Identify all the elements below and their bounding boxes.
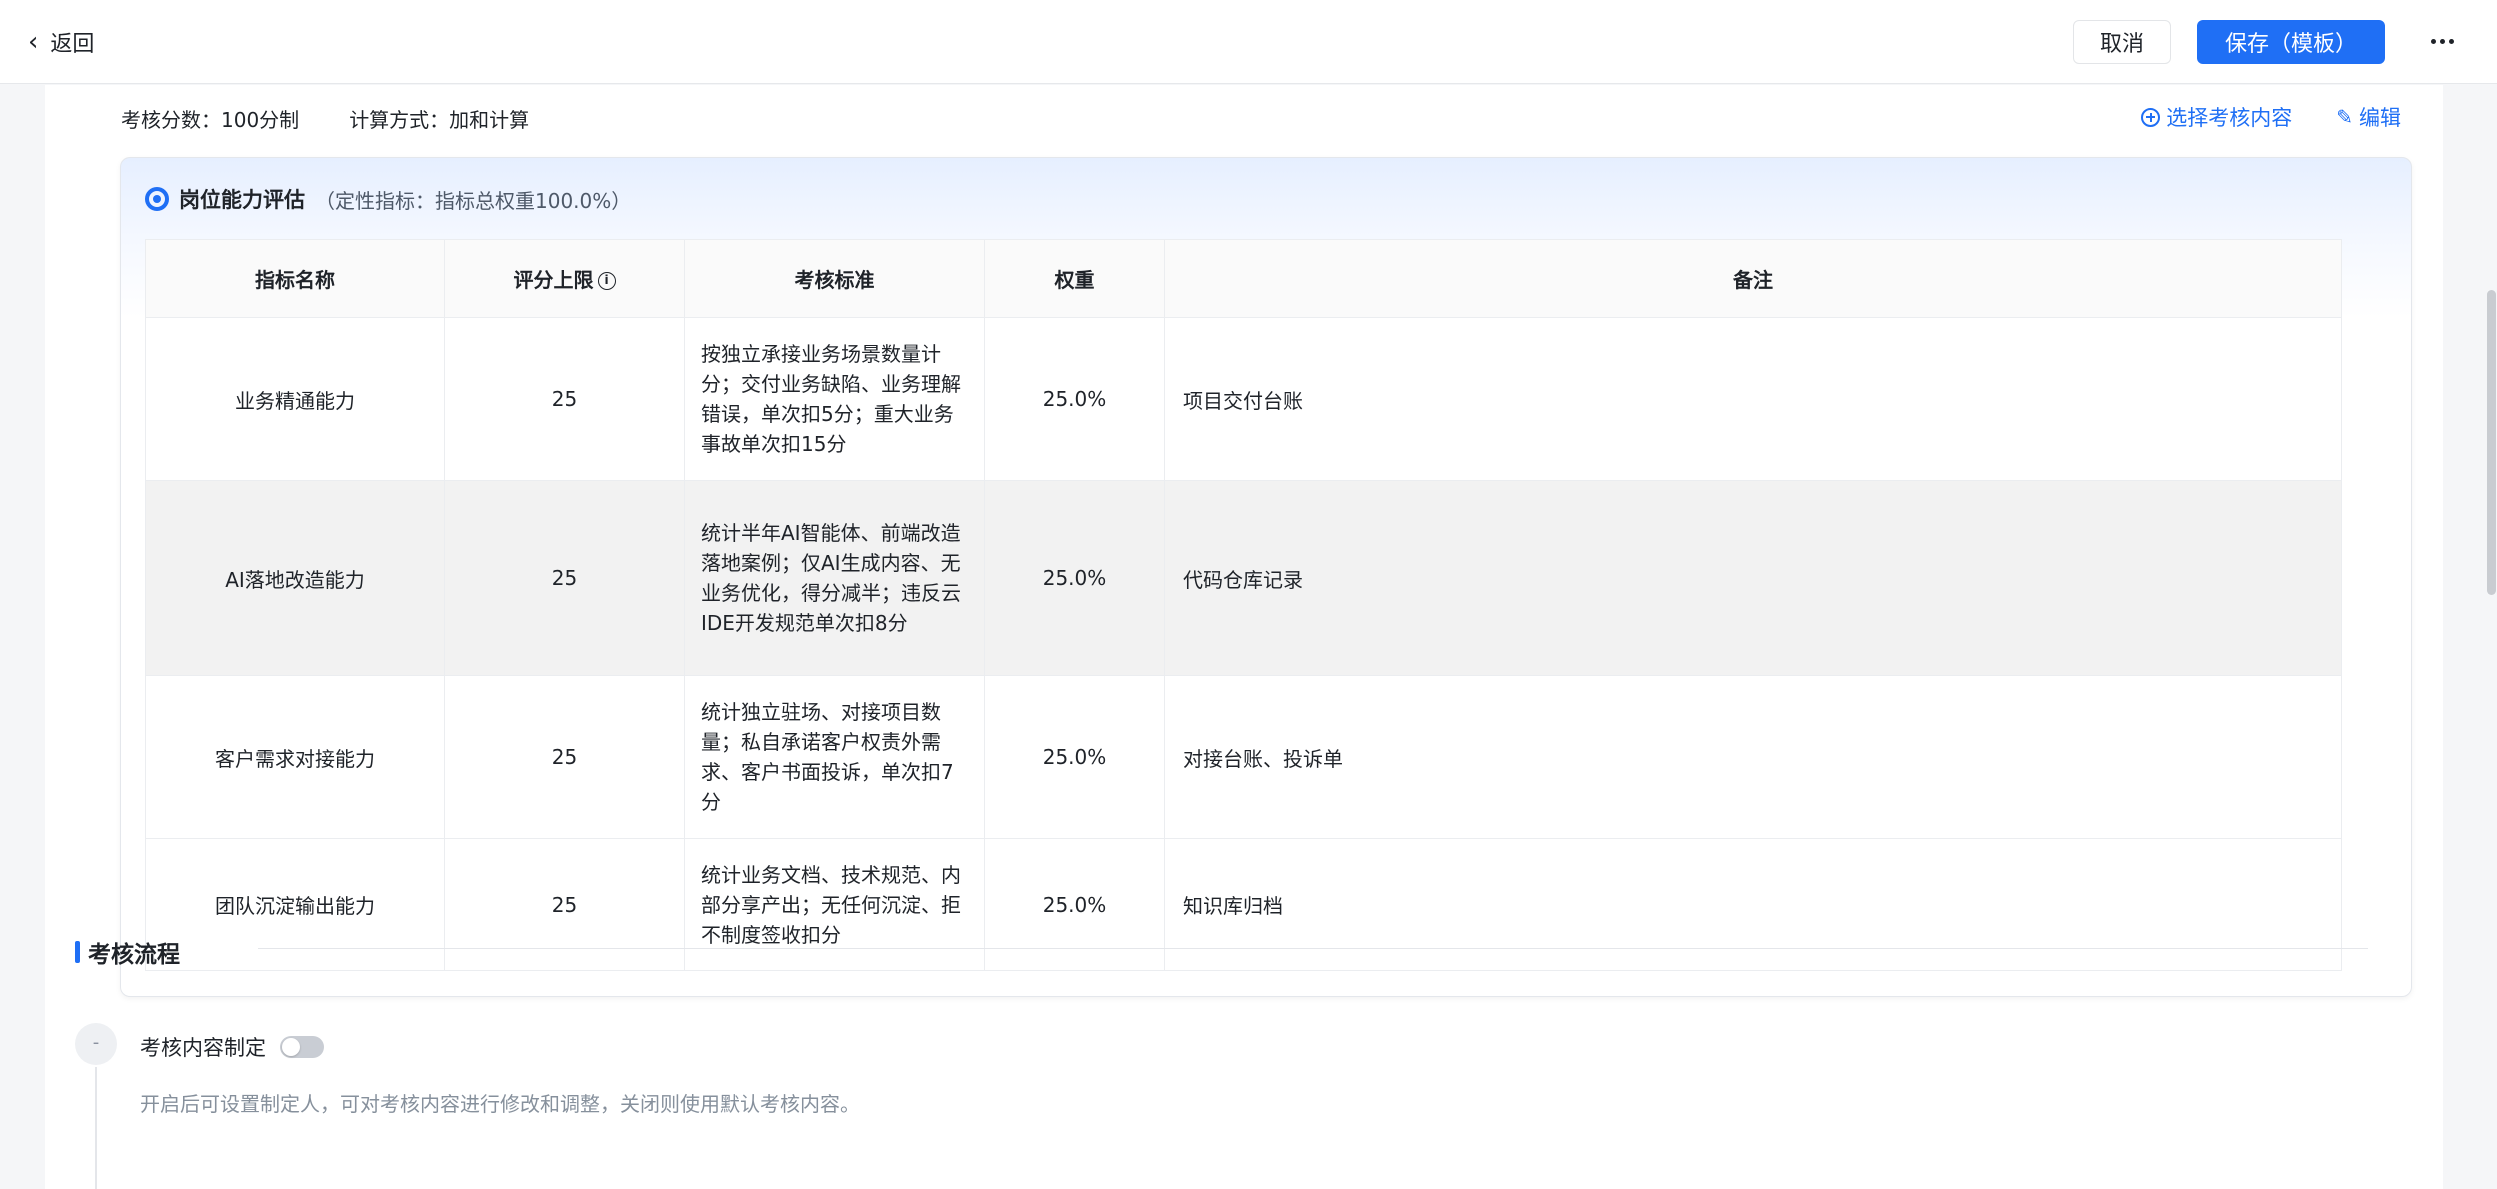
col-header-standard: 考核标准 bbox=[684, 239, 985, 318]
col-header-max-label: 评分上限 bbox=[513, 268, 594, 292]
target-icon bbox=[145, 187, 169, 211]
cell-max: 25 bbox=[444, 838, 685, 971]
top-bar: ‹ 返回 取消 保存（模板） bbox=[0, 0, 2497, 84]
step-label: 考核内容制定 bbox=[140, 1036, 266, 1060]
divider bbox=[258, 948, 2368, 949]
section-title-text: 岗位能力评估 bbox=[179, 188, 305, 212]
cell-name: 业务精通能力 bbox=[145, 317, 445, 481]
process-title-text: 考核流程 bbox=[88, 942, 180, 968]
select-content-link[interactable]: 选择考核内容 bbox=[2141, 102, 2292, 132]
scrollbar-thumb[interactable] bbox=[2487, 290, 2496, 595]
step-connector bbox=[95, 1067, 97, 1189]
table-row: AI落地改造能力 25 统计半年AI智能体、前端改造落地案例；仅AI生成内容、无… bbox=[145, 480, 2342, 676]
content-setting-toggle[interactable] bbox=[280, 1036, 324, 1058]
scrollbar-track[interactable] bbox=[2486, 85, 2497, 1189]
cell-standard: 统计独立驻场、对接项目数量；私自承诺客户权责外需求、客户书面投诉，单次扣7分 bbox=[684, 675, 985, 839]
title-accent-bar bbox=[75, 941, 80, 963]
top-actions: 取消 保存（模板） bbox=[2072, 19, 2457, 64]
step-content-setting: 考核内容制定 bbox=[140, 1032, 324, 1062]
cell-max: 25 bbox=[444, 480, 685, 676]
save-template-button[interactable]: 保存（模板） bbox=[2196, 19, 2385, 64]
cell-name: 客户需求对接能力 bbox=[145, 675, 445, 839]
section-subtitle: （定性指标：指标总权重100.0%） bbox=[315, 188, 632, 213]
cell-max: 25 bbox=[444, 317, 685, 481]
assessment-meta: 考核分数：100分制 计算方式：加和计算 bbox=[121, 104, 529, 133]
table-header-row: 指标名称 评分上限 i 考核标准 权重 备注 bbox=[145, 239, 2342, 318]
col-header-note: 备注 bbox=[1164, 239, 2342, 318]
cell-weight: 25.0% bbox=[984, 480, 1165, 676]
cell-weight: 25.0% bbox=[984, 838, 1165, 971]
edit-icon: ✎ bbox=[2336, 105, 2353, 129]
cell-note: 项目交付台账 bbox=[1164, 317, 2342, 481]
cell-name: 团队沉淀输出能力 bbox=[145, 838, 445, 971]
cell-note: 对接台账、投诉单 bbox=[1164, 675, 2342, 839]
plus-circle-icon bbox=[2141, 107, 2161, 127]
cell-standard: 统计业务文档、技术规范、内部分享产出；无任何沉淀、拒不制度签收扣分 bbox=[684, 838, 985, 971]
chevron-left-icon: ‹ bbox=[28, 26, 39, 57]
cell-weight: 25.0% bbox=[984, 317, 1165, 481]
cell-standard: 按独立承接业务场景数量计分；交付业务缺陷、业务理解错误，单次扣5分；重大业务事故… bbox=[684, 317, 985, 481]
step-description: 开启后可设置制定人，可对考核内容进行修改和调整，关闭则使用默认考核内容。 bbox=[140, 1092, 860, 1116]
indicator-table: 指标名称 评分上限 i 考核标准 权重 备注 业务精通能力 25 按独立承接业务场… bbox=[145, 239, 2342, 971]
cell-note: 代码仓库记录 bbox=[1164, 480, 2342, 676]
main-content: 考核分数：100分制 计算方式：加和计算 选择考核内容 ✎ 编辑 岗位能力评估 … bbox=[45, 85, 2443, 1189]
score-system: 考核分数：100分制 bbox=[121, 108, 300, 132]
more-icon[interactable] bbox=[2427, 27, 2457, 57]
back-button[interactable]: ‹ 返回 bbox=[28, 26, 94, 58]
edit-link[interactable]: ✎ 编辑 bbox=[2336, 102, 2401, 132]
process-section-title: 考核流程 bbox=[75, 935, 180, 969]
table-row: 团队沉淀输出能力 25 统计业务文档、技术规范、内部分享产出；无任何沉淀、拒不制… bbox=[145, 838, 2342, 971]
info-icon[interactable]: i bbox=[597, 272, 616, 290]
back-label: 返回 bbox=[50, 31, 95, 57]
select-content-label: 选择考核内容 bbox=[2166, 106, 2293, 130]
col-header-max: 评分上限 i bbox=[444, 239, 685, 318]
ability-assessment-card: 岗位能力评估 （定性指标：指标总权重100.0%） 指标名称 评分上限 i 考核标… bbox=[120, 157, 2412, 997]
cell-standard: 统计半年AI智能体、前端改造落地案例；仅AI生成内容、无业务优化，得分减半；违反… bbox=[684, 480, 985, 676]
cell-name: AI落地改造能力 bbox=[145, 480, 445, 676]
table-row: 业务精通能力 25 按独立承接业务场景数量计分；交付业务缺陷、业务理解错误，单次… bbox=[145, 317, 2342, 481]
table-row: 客户需求对接能力 25 统计独立驻场、对接项目数量；私自承诺客户权责外需求、客户… bbox=[145, 675, 2342, 839]
step-marker: - bbox=[75, 1023, 117, 1065]
cancel-button[interactable]: 取消 bbox=[2072, 19, 2171, 64]
calc-method: 计算方式：加和计算 bbox=[349, 108, 530, 132]
cell-max: 25 bbox=[444, 675, 685, 839]
meta-actions: 选择考核内容 ✎ 编辑 bbox=[2141, 102, 2401, 132]
section-title: 岗位能力评估 （定性指标：指标总权重100.0%） bbox=[145, 184, 631, 214]
col-header-weight: 权重 bbox=[984, 239, 1165, 318]
cell-note: 知识库归档 bbox=[1164, 838, 2342, 971]
edit-label: 编辑 bbox=[2359, 106, 2401, 130]
col-header-name: 指标名称 bbox=[145, 239, 445, 318]
cell-weight: 25.0% bbox=[984, 675, 1165, 839]
